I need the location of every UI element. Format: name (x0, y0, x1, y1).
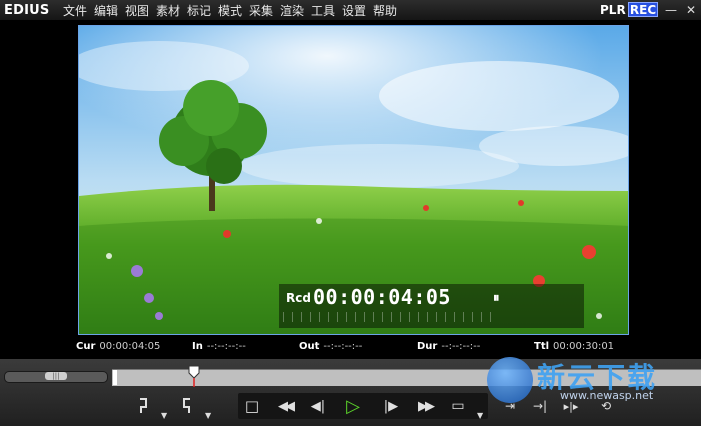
dur-timecode: Dur --:--:--:-- (417, 341, 480, 355)
out-timecode: Out --:--:--:-- (299, 341, 362, 355)
output-dropdown-icon[interactable]: ▼ (477, 411, 483, 420)
menu-bar: EDIUS 文件 编辑 视图 素材 标记 模式 采集 渲染 工具 设置 帮助 P… (0, 0, 701, 20)
playhead-icon[interactable] (188, 365, 200, 387)
menu-view[interactable]: 视图 (122, 2, 152, 19)
overwrite-to-timeline-icon[interactable]: →| (530, 394, 550, 418)
step-forward-icon[interactable]: |▶ (378, 394, 404, 418)
menu-file[interactable]: 文件 (60, 2, 90, 19)
menu-edit[interactable]: 编辑 (91, 2, 121, 19)
minimize-button[interactable]: — (664, 3, 678, 17)
dur-label: Dur (417, 341, 438, 352)
watermark-logo (487, 357, 533, 403)
mark-out-icon[interactable] (180, 394, 194, 418)
menu-capture[interactable]: 采集 (246, 2, 276, 19)
cur-timecode: Cur 00:00:04:05 (76, 341, 160, 355)
ttl-label: Ttl (534, 341, 550, 352)
close-button[interactable]: ✕ (684, 3, 698, 17)
in-label: In (192, 341, 203, 352)
menu-marker[interactable]: 标记 (184, 2, 214, 19)
app-logo: EDIUS (4, 2, 50, 18)
step-back-icon[interactable]: ◀| (305, 394, 331, 418)
dur-value: --:--:--:-- (441, 341, 481, 352)
fast-forward-icon[interactable]: ▶▶ (410, 394, 440, 418)
out-label: Out (299, 341, 320, 352)
preview-monitor: Rcd 00:00:04:05 ⏸ (78, 25, 629, 335)
jog-slider[interactable]: ||| (4, 371, 108, 383)
cur-label: Cur (76, 341, 96, 352)
jog-slider-thumb[interactable]: ||| (45, 372, 67, 380)
watermark-url: www.newasp.net (560, 389, 654, 402)
mark-in-icon[interactable] (136, 394, 150, 418)
menu-clip[interactable]: 素材 (153, 2, 183, 19)
rewind-icon[interactable]: ◀◀ (270, 394, 300, 418)
overlay-timecode: 00:00:04:05 (313, 285, 451, 309)
menu-mode[interactable]: 模式 (215, 2, 245, 19)
menu-settings[interactable]: 设置 (339, 2, 369, 19)
menu-tools[interactable]: 工具 (308, 2, 338, 19)
ttl-value: 00:00:30:01 (553, 341, 615, 352)
menu-help[interactable]: 帮助 (370, 2, 400, 19)
recorder-timecode-overlay: Rcd 00:00:04:05 ⏸ (279, 284, 584, 328)
in-timecode: In --:--:--:-- (192, 341, 246, 355)
pause-indicator-icon: ⏸ (493, 291, 500, 306)
mark-in-dropdown-icon[interactable]: ▼ (161, 411, 167, 420)
ttl-timecode: Ttl 00:00:30:01 (534, 341, 614, 355)
menu-render[interactable]: 渲染 (277, 2, 307, 19)
output-icon[interactable]: ▭ (446, 394, 470, 418)
cur-value: 00:00:04:05 (99, 341, 161, 352)
play-icon[interactable]: ▷ (340, 394, 366, 418)
timecode-tick-marks (283, 312, 493, 322)
recorder-mode-button[interactable]: REC (628, 2, 658, 17)
player-mode-label[interactable]: PLR (600, 3, 626, 17)
stop-icon[interactable]: □ (240, 394, 264, 418)
mark-out-dropdown-icon[interactable]: ▼ (205, 411, 211, 420)
rcd-label: Rcd (286, 291, 311, 305)
in-value: --:--:--:-- (206, 341, 246, 352)
position-bar-start (113, 370, 117, 385)
out-value: --:--:--:-- (323, 341, 363, 352)
